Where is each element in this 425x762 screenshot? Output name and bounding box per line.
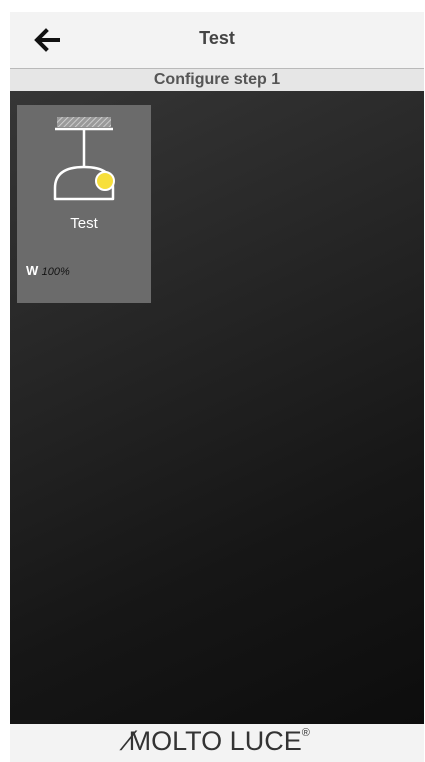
light-tile[interactable]: Test W 100% — [17, 105, 151, 303]
brand-name: MOLTO LUCE — [128, 726, 302, 756]
channel-value: 100% — [41, 266, 70, 278]
registered-mark: ® — [301, 727, 310, 739]
step-label: Configure step 1 — [10, 69, 424, 91]
scene-canvas: Test W 100% — [10, 91, 424, 724]
tile-status: W 100% — [26, 263, 70, 278]
pendant-lamp-icon — [53, 117, 115, 201]
tile-name: Test — [70, 215, 98, 232]
channel-label: W — [26, 263, 39, 278]
brand-logo: /MOLTO LUCE® — [10, 726, 424, 757]
brand-footer: /MOLTO LUCE® — [10, 724, 424, 762]
page-title: Test — [199, 28, 235, 48]
app-header: Test — [10, 12, 424, 69]
